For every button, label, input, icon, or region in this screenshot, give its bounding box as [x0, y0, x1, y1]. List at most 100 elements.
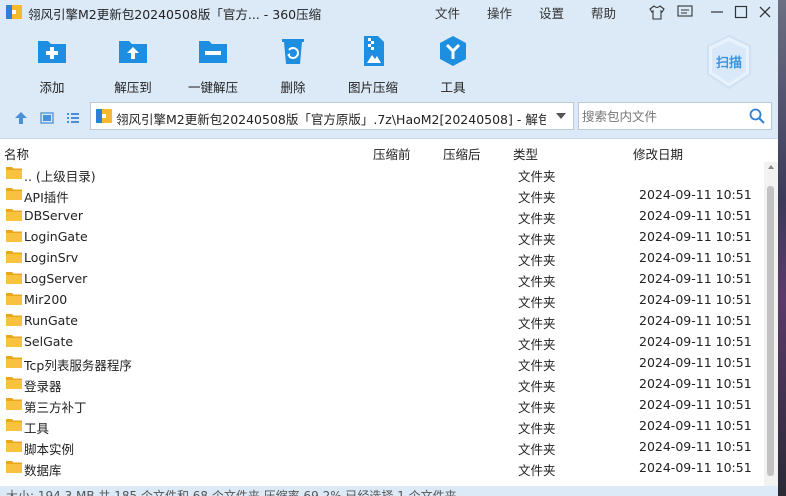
- image-compress-button[interactable]: 图片压缩: [333, 34, 413, 96]
- file-type: 文件夹: [518, 400, 556, 415]
- file-row[interactable]: LogServer 文件夹 2024-09-11 10:51: [0, 268, 764, 289]
- file-row[interactable]: Tcp列表服务器程序 文件夹 2024-09-11 10:51: [0, 352, 764, 373]
- delete-icon: [282, 39, 304, 64]
- file-type: 文件夹: [518, 232, 556, 247]
- folder-icon: [6, 377, 22, 389]
- delete-button[interactable]: 删除: [253, 34, 333, 96]
- maximize-icon[interactable]: [732, 3, 750, 21]
- file-type: 文件夹: [518, 442, 556, 457]
- close-icon[interactable]: [756, 3, 774, 21]
- file-name: SelGate: [24, 334, 74, 349]
- file-date: 2024-09-11 10:51: [639, 271, 752, 286]
- file-date: 2024-09-11 10:51: [639, 397, 752, 412]
- scroll-up-arrow-icon[interactable]: [767, 162, 775, 172]
- column-modified[interactable]: 修改日期: [633, 144, 683, 163]
- scroll-thumb[interactable]: [767, 186, 774, 476]
- file-date: 2024-09-11 10:51: [639, 334, 752, 349]
- image-compress-icon: [364, 36, 384, 66]
- file-row[interactable]: RunGate 文件夹 2024-09-11 10:51: [0, 310, 764, 331]
- extract-to-icon: [119, 41, 147, 63]
- file-name: 脚本实例: [24, 442, 75, 457]
- file-row[interactable]: 登录器 文件夹 2024-09-11 10:51: [0, 373, 764, 394]
- folder-icon: [6, 188, 22, 200]
- file-row[interactable]: DBServer 文件夹 2024-09-11 10:51: [0, 205, 764, 226]
- add-label: 添加: [39, 80, 65, 95]
- file-row[interactable]: API插件 文件夹 2024-09-11 10:51: [0, 184, 764, 205]
- minimize-icon[interactable]: [708, 3, 726, 21]
- file-type: 文件夹: [518, 421, 556, 436]
- status-text: 大小: 194.3 MB 共 185 个文件和 68 个文件夹 压缩率 69.2…: [6, 489, 457, 496]
- folder-icon: [6, 251, 22, 263]
- file-type: 文件夹: [518, 463, 556, 478]
- file-date: 2024-09-11 10:51: [639, 418, 752, 433]
- tools-button[interactable]: 工具: [413, 34, 493, 96]
- scan-button[interactable]: 扫描: [704, 34, 754, 90]
- file-date: 2024-09-11 10:51: [639, 439, 752, 454]
- file-row[interactable]: 数据库 文件夹 2024-09-11 10:51: [0, 457, 764, 478]
- file-row[interactable]: SelGate 文件夹 2024-09-11 10:51: [0, 331, 764, 352]
- file-name: .. (上级目录): [24, 169, 96, 184]
- path-combobox[interactable]: 翎风引擎M2更新包20240508版「官方原版」.7z\HaoM2[202405…: [90, 102, 574, 130]
- extract-to-label: 解压到: [114, 80, 152, 95]
- file-type: 文件夹: [518, 379, 556, 394]
- search-icon[interactable]: [749, 108, 765, 124]
- file-row[interactable]: LoginGate 文件夹 2024-09-11 10:51: [0, 226, 764, 247]
- one-click-extract-label: 一键解压: [187, 80, 238, 95]
- thumbnail-view-icon[interactable]: [38, 109, 56, 127]
- window-title: 翎风引擎M2更新包20240508版「官方... - 360压缩: [28, 7, 322, 22]
- file-name: 工具: [24, 421, 50, 436]
- folder-icon: [6, 293, 22, 305]
- menu-settings[interactable]: 设置: [539, 3, 564, 22]
- image-compress-label: 图片压缩: [347, 80, 398, 95]
- file-type: 文件夹: [518, 253, 556, 268]
- file-date: 2024-09-11 10:51: [639, 292, 752, 307]
- toolbar: 添加 解压到 一键解压 删除 图片压缩 工具 扫描: [0, 24, 778, 97]
- feedback-icon[interactable]: [676, 3, 694, 21]
- menu-file[interactable]: 文件: [435, 3, 460, 22]
- desktop-background: [778, 0, 786, 496]
- file-name: 登录器: [24, 379, 62, 394]
- file-row[interactable]: .. (上级目录) 文件夹: [0, 163, 764, 184]
- folder-icon: [6, 272, 22, 284]
- file-date: 2024-09-11 10:51: [639, 376, 752, 391]
- file-row[interactable]: 脚本实例 文件夹 2024-09-11 10:51: [0, 436, 764, 457]
- file-type: 文件夹: [518, 274, 556, 289]
- file-row[interactable]: LoginSrv 文件夹 2024-09-11 10:51: [0, 247, 764, 268]
- file-date: 2024-09-11 10:51: [639, 229, 752, 244]
- chevron-down-icon[interactable]: [555, 112, 567, 120]
- status-bar: 大小: 194.3 MB 共 185 个文件和 68 个文件夹 压缩率 69.2…: [0, 486, 778, 496]
- menu-operation[interactable]: 操作: [487, 3, 512, 22]
- archive-app-icon: [6, 5, 22, 19]
- one-click-extract-button[interactable]: 一键解压: [173, 34, 253, 96]
- archive-file-icon: [96, 109, 112, 123]
- column-name[interactable]: 名称: [4, 144, 29, 163]
- folder-icon: [6, 314, 22, 326]
- file-row[interactable]: Mir200 文件夹 2024-09-11 10:51: [0, 289, 764, 310]
- add-button[interactable]: 添加: [12, 34, 92, 96]
- list-view-icon[interactable]: [64, 109, 82, 127]
- vertical-scrollbar[interactable]: [764, 162, 778, 486]
- file-row[interactable]: 第三方补丁 文件夹 2024-09-11 10:51: [0, 394, 764, 415]
- folder-icon: [6, 356, 22, 368]
- column-type[interactable]: 类型: [513, 144, 538, 163]
- file-date: 2024-09-11 10:51: [639, 355, 752, 370]
- column-compressed[interactable]: 压缩前: [373, 144, 411, 163]
- file-name: Mir200: [24, 292, 68, 307]
- file-row[interactable]: 工具 文件夹 2024-09-11 10:51: [0, 415, 764, 436]
- search-input[interactable]: [582, 107, 742, 125]
- extract-to-button[interactable]: 解压到: [93, 34, 173, 96]
- file-type: 文件夹: [518, 190, 556, 205]
- file-date: 2024-09-11 10:51: [639, 460, 752, 475]
- column-uncompressed[interactable]: 压缩后: [443, 144, 481, 163]
- app-window: 翎风引擎M2更新包20240508版「官方... - 360压缩 文件 操作 设…: [0, 0, 778, 496]
- up-icon[interactable]: [12, 109, 30, 127]
- address-bar: 翎风引擎M2更新包20240508版「官方原版」.7z\HaoM2[202405…: [0, 97, 778, 139]
- file-list: .. (上级目录) 文件夹 API插件 文件夹 2024-09-11 10:51 DBSe…: [0, 163, 764, 485]
- folder-icon: [6, 440, 22, 452]
- file-type: 文件夹: [518, 337, 556, 352]
- file-date: 2024-09-11 10:51: [639, 208, 752, 223]
- folder-icon: [6, 209, 22, 221]
- folder-icon: [6, 167, 22, 179]
- menu-help[interactable]: 帮助: [591, 3, 616, 22]
- skin-icon[interactable]: [648, 3, 666, 21]
